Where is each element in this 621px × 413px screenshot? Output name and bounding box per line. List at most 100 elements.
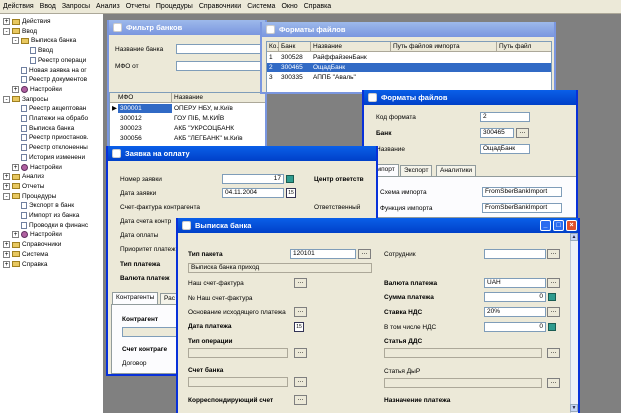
format-edit-titlebar[interactable]: Форматы файлов bbox=[364, 90, 576, 105]
tree-node[interactable]: Платежи на обрабо bbox=[12, 114, 88, 123]
operation-type-lookup-button[interactable]: ... bbox=[294, 348, 307, 358]
scroll-down-arrow-icon[interactable]: ▼ bbox=[570, 404, 578, 412]
import-function-input[interactable]: FromSberBankImport bbox=[482, 203, 562, 213]
tree-node[interactable]: Реестр приостанов. bbox=[12, 133, 89, 142]
import-scheme-input[interactable]: FromSberBankImport bbox=[482, 187, 562, 197]
navigation-tree[interactable]: + Действия - Ввод - Выписка банка Ввод Реестр о… bbox=[0, 14, 104, 413]
menu-item-6[interactable]: Справочники bbox=[196, 0, 244, 14]
tree-node[interactable]: Реестр операци bbox=[21, 56, 86, 65]
collapse-icon[interactable]: - bbox=[3, 27, 10, 35]
formats-cell[interactable]: 3 bbox=[267, 73, 279, 82]
bank-row-mfo[interactable]: 300001 bbox=[118, 104, 172, 113]
bank-row-mfo[interactable]: 300056 bbox=[118, 134, 172, 143]
formats-cell[interactable]: 300335 bbox=[279, 73, 311, 82]
collapse-icon[interactable]: - bbox=[3, 192, 10, 200]
close-button[interactable]: × bbox=[566, 220, 577, 231]
tree-node[interactable]: Реестр акцептован bbox=[12, 104, 86, 113]
expand-icon[interactable]: + bbox=[12, 163, 19, 171]
tree-node[interactable]: + Действия bbox=[3, 17, 50, 26]
tree-node[interactable]: - Запросы bbox=[3, 95, 48, 104]
bank-row-mfo[interactable]: 300023 bbox=[118, 124, 172, 133]
bank-row-name[interactable]: АКБ "ЛЕГБАНК" м.Київ bbox=[172, 134, 265, 143]
col-header-mfo[interactable]: МФО bbox=[110, 93, 172, 103]
menu-item-7[interactable]: Система bbox=[244, 0, 278, 14]
currency-input[interactable]: UAH bbox=[484, 278, 546, 288]
tree-node[interactable]: Проводки в финанс bbox=[12, 221, 88, 230]
formats-cell[interactable]: АППБ "Аваль" bbox=[311, 73, 391, 82]
bank-row-mfo[interactable]: 300012 bbox=[118, 114, 172, 123]
bank-row-name[interactable]: ОПЕРУ НБУ, м.Київ bbox=[172, 104, 265, 113]
formats-col-header[interactable]: Путь файл bbox=[497, 42, 551, 52]
payment-tab[interactable]: Контрагенты bbox=[112, 292, 159, 304]
packet-type-input[interactable]: 120101 bbox=[290, 249, 356, 259]
formats-cell[interactable] bbox=[497, 73, 551, 82]
formats-col-header[interactable]: Путь файлов импорта bbox=[391, 42, 497, 52]
sum-input[interactable]: 0 bbox=[484, 292, 546, 302]
vat-incl-input[interactable]: 0 bbox=[484, 322, 546, 332]
bank-account-input[interactable] bbox=[188, 377, 288, 387]
collapse-icon[interactable]: - bbox=[12, 37, 19, 45]
tree-node[interactable]: История изменени bbox=[12, 153, 85, 162]
payment-date-calendar-icon[interactable]: 15 bbox=[294, 322, 304, 332]
formats-grid[interactable]: Ко... Банк Название Путь файлов импорта Путь… bbox=[266, 41, 552, 92]
tree-node[interactable]: Экспорт в банк bbox=[12, 201, 74, 210]
statement-scrollbar[interactable] bbox=[570, 233, 578, 413]
formats-cell[interactable]: 1 bbox=[267, 53, 279, 62]
dds-input[interactable] bbox=[384, 348, 542, 358]
format-bank-input[interactable]: 300465 bbox=[480, 128, 514, 138]
menu-item-2[interactable]: Запросы bbox=[59, 0, 93, 14]
formats-cell[interactable] bbox=[391, 53, 497, 62]
dds-lookup-button[interactable]: ... bbox=[547, 348, 560, 358]
payment-request-titlebar[interactable]: Заявка на оплату bbox=[108, 146, 376, 161]
tree-node[interactable]: Новая заявка на ог bbox=[12, 66, 87, 75]
tree-node[interactable]: Импорт из банка bbox=[12, 211, 79, 220]
employee-input[interactable] bbox=[484, 249, 546, 259]
tree-node[interactable]: + Настройки bbox=[12, 85, 62, 94]
tree-node[interactable]: Реестр отклоненны bbox=[12, 143, 88, 152]
tree-node[interactable]: Выписка банка bbox=[12, 124, 74, 133]
sum-calc-icon[interactable] bbox=[548, 293, 556, 301]
bank-statement-window[interactable]: Выписка банка _ □ × Тип пакета 120101 ..… bbox=[176, 218, 580, 413]
request-number-input[interactable]: 17 bbox=[222, 174, 284, 184]
packet-type-lookup-button[interactable]: ... bbox=[358, 249, 371, 259]
formats-cell[interactable]: ОщадБанк bbox=[311, 63, 391, 72]
menu-item-1[interactable]: Ввод bbox=[37, 0, 59, 14]
file-formats-titlebar[interactable]: Форматы файлов bbox=[262, 22, 554, 37]
vat-rate-lookup-button[interactable]: ... bbox=[547, 307, 560, 317]
bank-filter-titlebar[interactable]: Фильтр банков bbox=[109, 20, 265, 35]
formats-cell[interactable] bbox=[391, 63, 497, 72]
formats-cell[interactable]: 2 bbox=[267, 63, 279, 72]
operation-type-input[interactable] bbox=[188, 348, 288, 358]
collapse-icon[interactable]: - bbox=[3, 95, 10, 103]
vat-rate-input[interactable]: 20% bbox=[484, 307, 546, 317]
menu-item-8[interactable]: Окно bbox=[278, 0, 300, 14]
bank-row-name[interactable]: АКБ "УКРСОЦБАНК bbox=[172, 124, 265, 133]
mfo-from-input[interactable] bbox=[176, 61, 265, 71]
tree-node[interactable]: + Отчеты bbox=[3, 182, 44, 191]
formats-cell[interactable]: 300528 bbox=[279, 53, 311, 62]
tree-node[interactable]: - Ввод bbox=[3, 27, 37, 36]
dyr-lookup-button[interactable]: ... bbox=[547, 378, 560, 388]
bank-statement-titlebar[interactable]: Выписка банка _ □ × bbox=[178, 218, 578, 233]
bank-account-lookup-button[interactable]: ... bbox=[294, 377, 307, 387]
format-tab[interactable]: Экспорт bbox=[400, 165, 433, 176]
menu-item-5[interactable]: Процедуры bbox=[153, 0, 196, 14]
col-header-name[interactable]: Название bbox=[172, 93, 265, 103]
maximize-button[interactable]: □ bbox=[553, 220, 564, 231]
bank-name-input[interactable] bbox=[176, 44, 265, 54]
expand-icon[interactable]: + bbox=[12, 231, 19, 239]
bank-filter-window[interactable]: Фильтр банков Название банка МФО от МФО … bbox=[107, 20, 267, 160]
expand-icon[interactable]: + bbox=[3, 260, 10, 268]
tree-node[interactable]: Ввод bbox=[21, 46, 53, 55]
corr-account-lookup-button[interactable]: ... bbox=[294, 395, 307, 405]
basis-lookup-button[interactable]: ... bbox=[294, 307, 307, 317]
formats-cell[interactable] bbox=[497, 63, 551, 72]
format-code-input[interactable]: 2 bbox=[480, 112, 530, 122]
formats-col-header[interactable]: Банк bbox=[279, 42, 311, 52]
employee-lookup-button[interactable]: ... bbox=[547, 249, 560, 259]
tree-node[interactable]: Реестр документов bbox=[12, 75, 87, 84]
formats-cell[interactable] bbox=[391, 73, 497, 82]
our-invoice-lookup-button[interactable]: ... bbox=[294, 278, 307, 288]
dyr-input[interactable] bbox=[384, 378, 542, 388]
tree-node[interactable]: + Система bbox=[3, 250, 48, 259]
